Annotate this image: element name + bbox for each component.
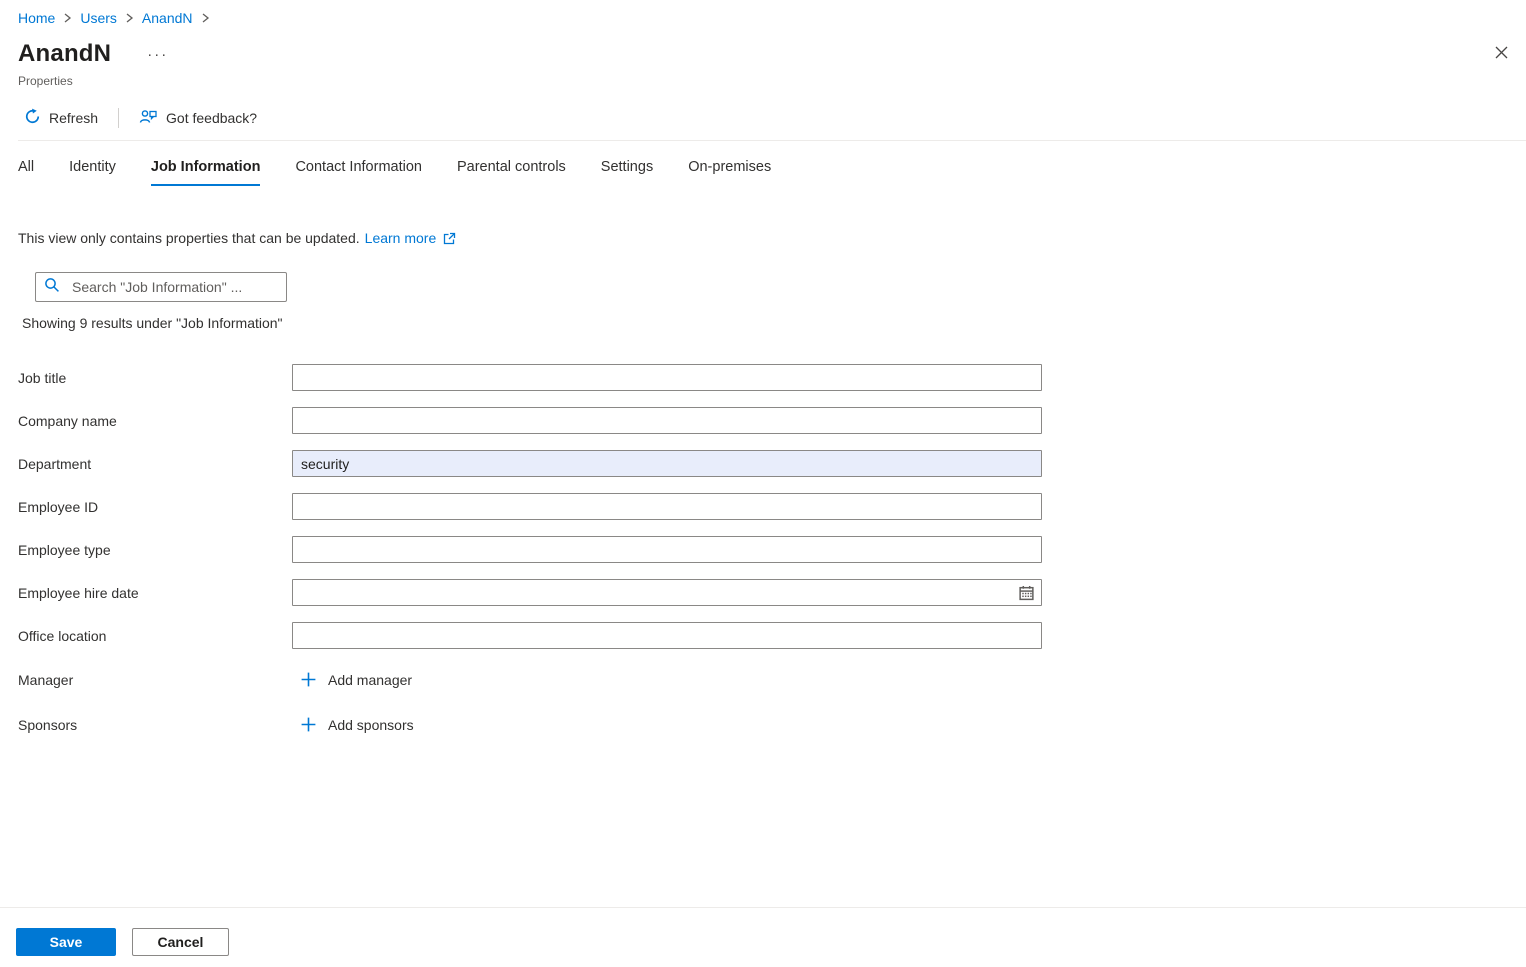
refresh-label: Refresh <box>49 110 98 126</box>
tab-settings[interactable]: Settings <box>601 159 653 186</box>
learn-more-link[interactable]: Learn more <box>365 230 437 246</box>
form-row-employee-id: Employee ID <box>18 485 1526 528</box>
search-input[interactable] <box>70 278 278 296</box>
close-icon <box>1494 45 1509 65</box>
tab-on-premises[interactable]: On-premises <box>688 159 771 186</box>
plus-icon <box>300 716 317 733</box>
form-row-company-name: Company name <box>18 399 1526 442</box>
toolbar-rule <box>18 140 1526 141</box>
field-label-department: Department <box>18 456 292 472</box>
page-header: AnandN ··· <box>18 40 1526 68</box>
breadcrumb-link-home[interactable]: Home <box>18 10 55 26</box>
notice-text: This view only contains properties that … <box>18 230 360 246</box>
refresh-button[interactable]: Refresh <box>18 104 104 132</box>
page-title: AnandN <box>18 40 111 68</box>
search-box <box>35 272 287 302</box>
form-row-office-location: Office location <box>18 614 1526 657</box>
form-row-department: Department <box>18 442 1526 485</box>
field-label-job-title: Job title <box>18 370 292 386</box>
field-label-employee-id: Employee ID <box>18 499 292 515</box>
office-location-input[interactable] <box>292 622 1042 649</box>
feedback-label: Got feedback? <box>166 110 257 126</box>
tab-contact-information[interactable]: Contact Information <box>295 159 422 186</box>
add-link-label: Add sponsors <box>328 717 414 733</box>
field-label-company-name: Company name <box>18 413 292 429</box>
office-location-input-wrap <box>292 622 1042 649</box>
department-input[interactable] <box>292 450 1042 477</box>
footer-rule <box>0 907 1526 908</box>
form-row-employee-type: Employee type <box>18 528 1526 571</box>
toolbar-divider <box>118 108 119 128</box>
tab-all[interactable]: All <box>18 159 34 186</box>
department-input-wrap <box>292 450 1042 477</box>
breadcrumb-chevron-icon <box>63 12 72 24</box>
feedback-button[interactable]: Got feedback? <box>133 104 263 132</box>
breadcrumb-chevron-icon <box>125 12 134 24</box>
save-button[interactable]: Save <box>16 928 116 956</box>
form-row-manager: Manager Add manager <box>18 657 1526 702</box>
user-properties-page: Home Users AnandN AnandN ··· Properties Re… <box>0 0 1526 967</box>
tab-job-information[interactable]: Job Information <box>151 159 261 186</box>
close-button[interactable] <box>1490 44 1512 66</box>
job-title-input-wrap <box>292 364 1042 391</box>
search-icon <box>44 277 60 298</box>
tab-identity[interactable]: Identity <box>69 159 116 186</box>
breadcrumb-link-anandn[interactable]: AnandN <box>142 10 193 26</box>
company-name-input[interactable] <box>292 407 1042 434</box>
employee-type-input[interactable] <box>292 536 1042 563</box>
employee-hire-date-input[interactable] <box>292 579 1042 606</box>
company-name-input-wrap <box>292 407 1042 434</box>
plus-icon <box>300 671 317 688</box>
page-subtitle: Properties <box>18 74 1526 88</box>
breadcrumb-chevron-icon <box>201 12 210 24</box>
results-count-text: Showing 9 results under "Job Information… <box>22 315 1526 331</box>
form-row-job-title: Job title <box>18 356 1526 399</box>
field-label-employee-type: Employee type <box>18 542 292 558</box>
field-label-sponsors: Sponsors <box>18 717 292 733</box>
tab-bar: All Identity Job Information Contact Inform… <box>18 159 1526 186</box>
toolbar: Refresh Got feedback? <box>18 104 1526 132</box>
form-row-employee-hire-date: Employee hire date <box>18 571 1526 614</box>
footer: Save Cancel <box>16 928 229 956</box>
breadcrumb-link-users[interactable]: Users <box>80 10 117 26</box>
external-link-icon <box>443 232 456 245</box>
employee-id-input-wrap <box>292 493 1042 520</box>
field-label-employee-hire-date: Employee hire date <box>18 585 292 601</box>
refresh-icon <box>24 108 41 128</box>
field-label-office-location: Office location <box>18 628 292 644</box>
cancel-button[interactable]: Cancel <box>132 928 229 956</box>
tab-parental-controls[interactable]: Parental controls <box>457 159 566 186</box>
job-title-input[interactable] <box>292 364 1042 391</box>
feedback-icon <box>139 108 158 128</box>
employee-hire-date-input-wrap <box>292 579 1042 606</box>
calendar-icon[interactable] <box>1018 584 1035 601</box>
more-actions-button[interactable]: ··· <box>143 45 172 64</box>
add-manager-link[interactable]: Add manager <box>300 671 412 688</box>
employee-id-input[interactable] <box>292 493 1042 520</box>
breadcrumb: Home Users AnandN <box>0 0 1526 26</box>
add-sponsors-link[interactable]: Add sponsors <box>300 716 414 733</box>
form-rows: Job title Company name Department Employee … <box>18 356 1526 747</box>
add-link-label: Add manager <box>328 672 412 688</box>
form-row-sponsors: Sponsors Add sponsors <box>18 702 1526 747</box>
notice: This view only contains properties that … <box>18 230 1526 246</box>
employee-type-input-wrap <box>292 536 1042 563</box>
field-label-manager: Manager <box>18 672 292 688</box>
